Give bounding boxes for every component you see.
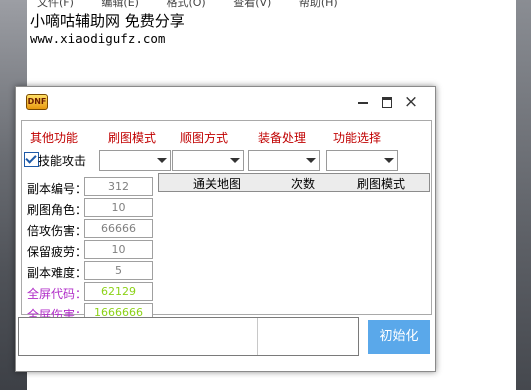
log-output-box[interactable] [18, 317, 359, 356]
header-route-method: 顺图方式 [180, 131, 229, 145]
menu-view[interactable]: 查看(V) [233, 0, 271, 9]
skill-attack-checkbox[interactable] [24, 152, 39, 167]
initialize-button[interactable]: 初始化 [368, 320, 430, 354]
damage-multiplier-label: 倍攻伤害： [27, 224, 88, 238]
reserved-fatigue-field[interactable]: 10 [84, 240, 153, 259]
desktop-background [516, 0, 531, 390]
close-button[interactable]: × [400, 91, 422, 113]
notepad-text-line: 小嘀咕辅助网 免费分享 [30, 12, 185, 30]
dungeon-id-label: 副本编号： [27, 182, 88, 196]
minimize-button[interactable] [352, 91, 374, 113]
notepad-menubar: 文件(F) 编辑(E) 格式(O) 查看(V) 帮助(H) [27, 0, 531, 9]
chevron-down-icon [157, 158, 167, 163]
column-count[interactable]: 次数 [291, 175, 315, 192]
app-window: DNF × 其他功能 刷图模式 顺图方式 装备处理 功能选择 技能攻击 副本编号… [15, 86, 436, 372]
app-logo-icon: DNF [26, 94, 48, 110]
close-icon: × [403, 92, 419, 112]
farming-character-label: 刷图角色： [27, 203, 88, 217]
chevron-down-icon [230, 158, 240, 163]
dungeon-difficulty-field[interactable]: 5 [84, 261, 153, 280]
skill-attack-label[interactable]: 技能攻击 [38, 152, 86, 169]
dungeon-id-field[interactable]: 312 [84, 177, 153, 196]
equipment-handling-dropdown[interactable] [248, 150, 320, 171]
header-farming-mode: 刷图模式 [108, 131, 157, 145]
dungeon-difficulty-label: 副本难度： [27, 266, 88, 280]
fullscreen-code-field[interactable]: 62129 [84, 282, 153, 301]
header-function-select: 功能选择 [333, 131, 382, 145]
farming-mode-dropdown[interactable] [99, 150, 171, 171]
divider [257, 318, 258, 355]
damage-multiplier-field[interactable]: 66666 [84, 219, 153, 238]
maximize-button[interactable] [376, 91, 398, 113]
chevron-down-icon [384, 158, 394, 163]
farming-character-field[interactable]: 10 [84, 198, 153, 217]
notepad-text-line: www.xiaodigufz.com [30, 31, 166, 46]
column-cleared-map[interactable]: 通关地图 [193, 175, 241, 192]
fullscreen-code-label: 全屏代码： [27, 287, 88, 301]
header-other-functions: 其他功能 [30, 131, 79, 145]
column-farming-mode[interactable]: 刷图模式 [357, 175, 405, 192]
menu-edit[interactable]: 编辑(E) [101, 0, 139, 9]
header-equipment-handling: 装备处理 [258, 131, 307, 145]
menu-file[interactable]: 文件(F) [37, 0, 74, 9]
reserved-fatigue-label: 保留疲劳： [27, 245, 88, 259]
chevron-down-icon [306, 158, 316, 163]
route-method-dropdown[interactable] [172, 150, 244, 171]
menu-help[interactable]: 帮助(H) [299, 0, 338, 9]
title-bar[interactable]: DNF × [16, 87, 435, 117]
function-select-dropdown[interactable] [326, 150, 398, 171]
menu-format[interactable]: 格式(O) [166, 0, 205, 9]
settings-panel: 其他功能 刷图模式 顺图方式 装备处理 功能选择 技能攻击 副本编号： 312 … [21, 120, 432, 322]
results-table-header: 通关地图 次数 刷图模式 [158, 173, 430, 192]
